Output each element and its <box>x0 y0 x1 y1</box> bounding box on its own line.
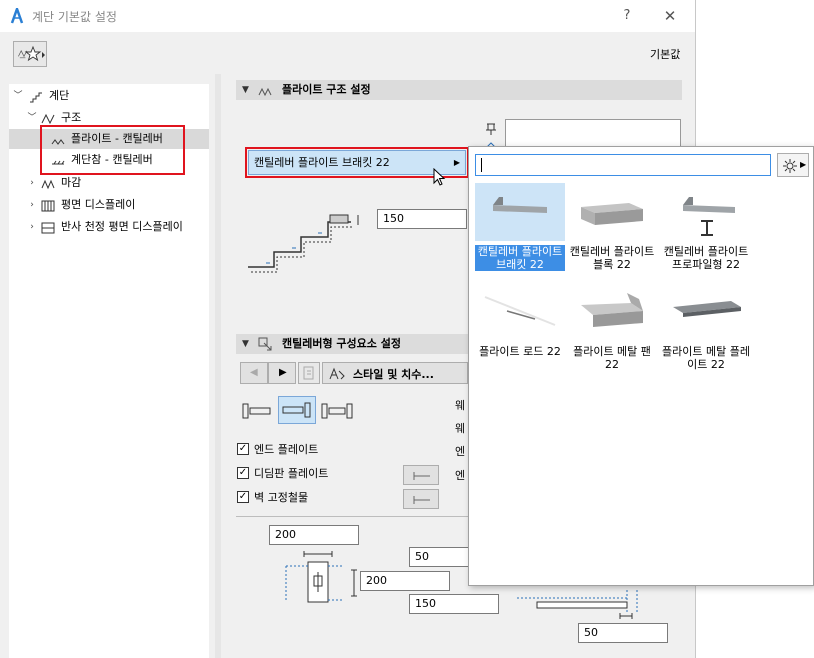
structure-icon <box>41 112 55 125</box>
triangle-right-icon: ▶ <box>279 367 287 378</box>
component-icon <box>258 337 272 351</box>
gallery-search-input[interactable] <box>475 154 771 176</box>
bracket-thumbnail <box>475 183 565 241</box>
tread-plate-checkbox[interactable]: ✓ <box>237 467 249 479</box>
chevron-right-icon[interactable]: › <box>27 217 37 237</box>
highlight-box <box>40 125 185 175</box>
gallery-item-cantilever-bracket[interactable]: 캔틸레버 플라이트 브래킷 22 <box>475 183 565 278</box>
gallery-item-label: 플라이트 메탈 플레이트 22 <box>662 345 750 371</box>
truncated-label: 웨 <box>455 422 466 435</box>
tree-label: 계단 <box>49 89 70 102</box>
defaults-label: 기본값 <box>650 48 681 61</box>
type-gallery-popup: ▶ 캔틸레버 플라이트 브래킷 22 캔틸레버 플라이트 블록 22 캔틸레버 … <box>468 146 814 586</box>
gear-icon <box>782 158 798 177</box>
previous-button[interactable]: ◀ <box>240 362 268 384</box>
tree-label: 반사 천정 평면 디스플레이 <box>61 220 183 233</box>
truncated-label: 엔 <box>455 445 466 458</box>
finish-icon <box>41 177 55 190</box>
dimension-input-2[interactable]: 50 <box>409 547 469 567</box>
next-button[interactable]: ▶ <box>268 362 296 384</box>
mouse-cursor-icon <box>433 167 447 188</box>
placement-center-option[interactable] <box>278 396 316 424</box>
wall-fixing-options-button[interactable] <box>403 489 439 509</box>
triangle-right-icon: ▶ <box>800 160 807 169</box>
end-plate-checkbox[interactable]: ✓ <box>237 443 249 455</box>
truncated-label: 웨 <box>455 399 466 412</box>
tree-item-ceiling-plan-display[interactable]: › 반사 천정 평면 디스플레이 <box>9 217 209 237</box>
section-title: 캔틸레버형 구성요소 설정 <box>282 337 401 350</box>
gallery-item-metal-plate[interactable]: 플라이트 메탈 플레이트 22 <box>661 283 751 378</box>
style-dimensions-button[interactable]: 스타일 및 치수... <box>322 362 468 384</box>
dimension-input-1[interactable]: 200 <box>269 525 359 545</box>
flight-icon <box>258 84 272 97</box>
gallery-item-metal-pan[interactable]: 플라이트 메탈 팬 22 <box>567 283 657 378</box>
style-button-label: 스타일 및 치수... <box>353 368 434 381</box>
tread-plate-options-button[interactable] <box>403 465 439 485</box>
end-plate-label: 엔드 플레이트 <box>254 443 319 456</box>
gallery-item-label: 캔틸레버 플라이트 프로파일형 22 <box>663 245 749 271</box>
ceiling-plan-icon <box>41 221 55 234</box>
triangle-left-icon: ◀ <box>250 367 258 378</box>
collapse-triangle-icon[interactable]: ▼ <box>242 334 249 354</box>
gallery-item-label: 플라이트 메탈 팬 22 <box>573 345 651 371</box>
tree-label: 평면 디스플레이 <box>61 198 136 211</box>
chevron-down-icon[interactable]: ﹀ <box>13 86 23 106</box>
placement-left-option[interactable] <box>241 402 275 420</box>
document-edit-icon <box>303 366 317 383</box>
text-caret <box>481 158 482 172</box>
archicad-app-icon <box>9 5 25 24</box>
wall-fixing-label: 벽 고정철물 <box>254 491 309 504</box>
profile-thumbnail <box>661 183 751 241</box>
tree-item-floor-plan-display[interactable]: › 평면 디스플레이 <box>9 195 209 215</box>
help-button[interactable]: ? <box>617 6 637 26</box>
preview-box <box>505 119 681 149</box>
metal-plate-thumbnail <box>661 283 751 341</box>
floor-plan-icon <box>41 199 55 212</box>
section-divider <box>236 516 468 517</box>
dimension-input-4[interactable]: 150 <box>409 594 499 614</box>
chevron-right-icon[interactable]: › <box>27 195 37 215</box>
placement-right-option[interactable] <box>320 402 356 420</box>
rod-thumbnail <box>475 283 565 341</box>
metal-pan-thumbnail <box>567 283 657 341</box>
section-title: 플라이트 구조 설정 <box>282 83 371 96</box>
tree-item-finish[interactable]: › 마감 <box>9 173 209 193</box>
collapse-triangle-icon[interactable]: ▼ <box>242 80 249 100</box>
component-section-header[interactable]: ▼ 캔틸레버형 구성요소 설정 <box>236 334 468 354</box>
favorites-button[interactable] <box>13 41 47 67</box>
gallery-item-cantilever-block[interactable]: 캔틸레버 플라이트 블록 22 <box>567 183 657 278</box>
flight-section-header[interactable]: ▼ 플라이트 구조 설정 <box>236 80 682 100</box>
pin-icon[interactable] <box>484 122 498 136</box>
title-bar <box>0 0 814 32</box>
chevron-right-icon[interactable]: › <box>27 173 37 193</box>
flight-diagram <box>246 205 371 275</box>
dimension-input-5[interactable]: 50 <box>578 623 668 643</box>
bracket-icon <box>412 494 432 509</box>
gallery-item-label: 플라이트 로드 22 <box>479 345 561 358</box>
close-button[interactable]: ✕ <box>660 6 680 26</box>
window-title: 계단 기본값 설정 <box>32 10 117 24</box>
dimension-input-3[interactable]: 200 <box>360 571 450 591</box>
gallery-item-label: 캔틸레버 플라이트 블록 22 <box>569 245 655 271</box>
edit-button[interactable] <box>298 362 320 384</box>
bracket-dimension-diagram <box>284 548 364 608</box>
settings-tree: ﹀ 계단 ﹀ 구조 플라이트 - 캔틸레버 계단참 - 캔틸레버 › 마감 › … <box>9 84 209 658</box>
tree-label: 마감 <box>61 176 82 189</box>
stair-icon <box>29 90 43 103</box>
tree-item-stair[interactable]: ﹀ 계단 <box>9 86 209 106</box>
plate-dimension-diagram <box>515 588 655 624</box>
wall-fixing-checkbox[interactable]: ✓ <box>237 491 249 503</box>
gallery-item-label: 캔틸레버 플라이트 브래킷 22 <box>475 245 565 271</box>
bracket-icon <box>412 470 432 485</box>
panel-splitter[interactable] <box>215 74 221 658</box>
gallery-item-cantilever-profile[interactable]: 캔틸레버 플라이트 프로파일형 22 <box>661 183 751 278</box>
gallery-item-flight-rod[interactable]: 플라이트 로드 22 <box>475 283 565 378</box>
tread-plate-label: 디딤판 플레이트 <box>254 467 329 480</box>
block-thumbnail <box>567 183 657 241</box>
height-input[interactable]: 150 <box>377 209 467 229</box>
style-icon <box>328 366 346 384</box>
truncated-label: 엔 <box>455 469 466 482</box>
gallery-settings-button[interactable]: ▶ <box>777 153 809 177</box>
chevron-down-icon[interactable]: ﹀ <box>27 108 37 128</box>
